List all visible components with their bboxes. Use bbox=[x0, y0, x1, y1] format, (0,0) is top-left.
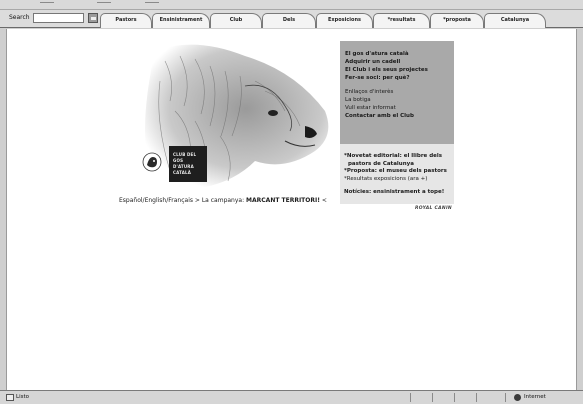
menu-link-botiga[interactable]: La botiga bbox=[345, 96, 454, 104]
status-divider bbox=[454, 393, 455, 402]
logo-line: CATALÀ bbox=[173, 170, 192, 175]
strip-mark bbox=[145, 2, 159, 5]
page-status-icon bbox=[6, 394, 14, 401]
sponsor-logo[interactable]: ROYAL CANIN bbox=[415, 206, 452, 211]
menu-link-contactar[interactable]: Contactar amb el Club bbox=[345, 112, 454, 120]
search-label: Search bbox=[9, 14, 30, 21]
news-link-novetat[interactable]: *Novetat editorial: el llibre dels bbox=[344, 153, 454, 161]
tab-catalunya[interactable]: Catalunya bbox=[484, 13, 546, 28]
browser-window: Search Pastors Ensinistrament Club Dels … bbox=[0, 0, 583, 404]
browser-toolbar: Search Pastors Ensinistrament Club Dels … bbox=[0, 10, 583, 28]
language-campaign-line: Español/English/Français > La campanya: … bbox=[119, 197, 327, 204]
tab-club[interactable]: Club bbox=[210, 13, 262, 28]
menu-link-informat[interactable]: Vull estar informat bbox=[345, 104, 454, 112]
dog-photo bbox=[135, 41, 340, 187]
tab-dels[interactable]: Dels bbox=[262, 13, 316, 28]
menu-link-gos-datura[interactable]: El gos d'atura català bbox=[345, 50, 454, 58]
logo-line: GOS D'ATURA bbox=[173, 158, 194, 169]
status-bar: Listo Internet bbox=[0, 390, 583, 404]
tab-pastors[interactable]: Pastors bbox=[100, 13, 152, 28]
tab-resultats[interactable]: *resultats bbox=[373, 13, 430, 28]
tab-proposta[interactable]: *proposta bbox=[430, 13, 484, 28]
club-logo-box: CLUB DEL GOS D'ATURA CATALÀ bbox=[169, 146, 207, 182]
internet-zone-icon bbox=[514, 394, 521, 401]
campaign-suffix: < bbox=[319, 197, 327, 204]
page-content: CLUB DEL GOS D'ATURA CATALÀ El gos d'atu… bbox=[6, 29, 577, 390]
tab-ensinistrament[interactable]: Ensinistrament bbox=[152, 13, 210, 28]
menu-link-fer-se-soci[interactable]: Fer-se soci: per què? bbox=[345, 74, 454, 82]
campaign-link[interactable]: MARCANT TERRITORI! bbox=[246, 197, 320, 204]
status-divider bbox=[432, 393, 433, 402]
menu-link-club-projectes[interactable]: El Club i els seus projectes bbox=[345, 66, 454, 74]
menu-link-enllacos[interactable]: Enllaços d'interès bbox=[345, 88, 454, 96]
news-link-noticies[interactable]: Notícies: ensinistrament a tope! bbox=[344, 189, 454, 197]
strip-mark bbox=[40, 2, 54, 5]
zone-text: Internet bbox=[524, 394, 546, 400]
search-go-button[interactable] bbox=[88, 13, 98, 23]
main-menu: El gos d'atura català Adquirir un cadell… bbox=[340, 41, 454, 144]
club-emblem-icon bbox=[142, 152, 162, 172]
status-divider bbox=[505, 393, 506, 402]
news-link-resultats[interactable]: *Resultats exposicions (ara +) bbox=[344, 176, 454, 184]
tab-exposicions[interactable]: Exposicions bbox=[316, 13, 373, 28]
news-panel: *Novetat editorial: el llibre dels pasto… bbox=[340, 144, 454, 204]
language-links[interactable]: Español/English/Français > La campanya: bbox=[119, 197, 244, 204]
status-divider bbox=[476, 393, 477, 402]
title-strip bbox=[0, 0, 583, 10]
dog-portrait-image bbox=[135, 41, 340, 187]
news-link-novetat-cont[interactable]: pastors de Catalunya bbox=[344, 161, 454, 169]
menu-link-adquirir-cadell[interactable]: Adquirir un cadell bbox=[345, 58, 454, 66]
status-text: Listo bbox=[16, 394, 29, 400]
search-input[interactable] bbox=[33, 13, 84, 23]
strip-mark bbox=[97, 2, 111, 5]
status-divider bbox=[410, 393, 411, 402]
news-link-proposta[interactable]: *Proposta: el museu dels pastors bbox=[344, 168, 454, 176]
